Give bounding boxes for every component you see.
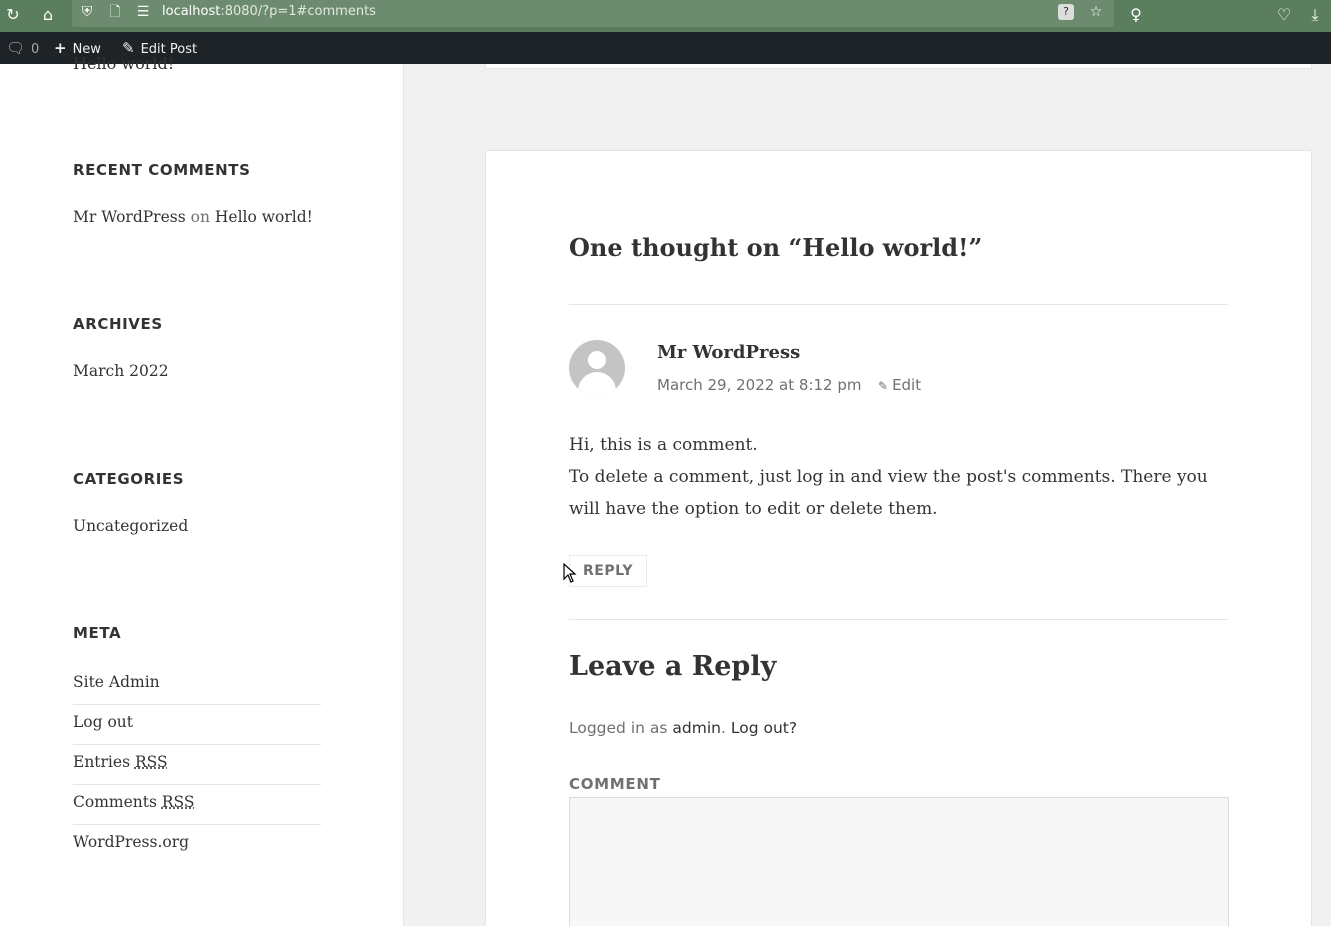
comments-count: 0 [31, 42, 40, 57]
meta-comments-rss-link[interactable]: Comments RSS [73, 785, 321, 825]
url-text[interactable]: localhost:8080/?p=1#comments [162, 4, 376, 19]
comments-area: One thought on “Hello world!” Mr WordPre… [485, 150, 1312, 926]
recent-comments-title: RECENT COMMENTS [73, 161, 251, 179]
admin-bar-comments[interactable]: 🗨 0 [6, 32, 39, 64]
comment-textarea[interactable] [569, 797, 1229, 926]
meta-title: META [73, 624, 122, 642]
comment-content: Hi, this is a comment. To delete a comme… [569, 429, 1229, 525]
plus-icon: + [54, 39, 67, 57]
star-icon[interactable]: ☆ [1086, 2, 1106, 22]
archive-link-march-2022[interactable]: March 2022 [73, 362, 169, 380]
comments-title: One thought on “Hello world!” [569, 233, 983, 262]
sidebar: Hello world! RECENT COMMENTS Mr WordPres… [0, 54, 404, 926]
comment-line-2: To delete a comment, just log in and vie… [569, 467, 1208, 519]
rss-abbr: RSS [161, 793, 195, 811]
reply-button[interactable]: REPLY [569, 555, 647, 587]
meta-list: Site Admin Log out Entries RSS Comments … [73, 665, 321, 865]
mouse-cursor-icon [563, 563, 577, 583]
rss-abbr: RSS [134, 753, 168, 771]
meta-log-out-link[interactable]: Log out [73, 705, 321, 745]
divider [569, 619, 1228, 620]
url-bar[interactable]: ⛨ 🗋 ☰ localhost:8080/?p=1#comments ? ☆ [72, 0, 1114, 27]
browser-toolbar: ↻ ⌂ ⛨ 🗋 ☰ localhost:8080/?p=1#comments ?… [0, 0, 1331, 32]
download-icon[interactable]: ⤓ [1304, 4, 1326, 26]
user-profile-link[interactable]: admin [672, 719, 721, 737]
shield-icon[interactable]: ⛨ [77, 2, 97, 22]
comment-bubble-icon: 🗨 [6, 39, 26, 57]
help-icon[interactable]: ? [1058, 4, 1074, 20]
entries-label: Entries [73, 753, 131, 771]
comment-label: COMMENT [569, 775, 661, 793]
recent-comment-item: Mr WordPress on Hello world! [73, 208, 313, 226]
comment-author: Mr WordPress [657, 342, 801, 363]
meta-site-admin-link[interactable]: Site Admin [73, 665, 321, 705]
archives-title: ARCHIVES [73, 315, 163, 333]
logged-in-prefix: Logged in as [569, 719, 668, 737]
avatar-body [578, 372, 616, 396]
reply-title: Leave a Reply [569, 651, 777, 682]
sidebar-recent-post-link[interactable]: Hello world! [73, 54, 174, 73]
wp-admin-bar: 🗨 0 + New ✎ Edit Post [0, 32, 1331, 64]
comments-label: Comments [73, 793, 157, 811]
page-icon[interactable]: 🗋 [105, 2, 125, 22]
categories-title: CATEGORIES [73, 470, 185, 488]
meta-entries-rss-link[interactable]: Entries RSS [73, 745, 321, 785]
logged-in-as: Logged in as admin. Log out? [569, 719, 798, 737]
divider [569, 304, 1228, 305]
avatar-head [588, 351, 606, 369]
post-card-bottom-edge [485, 64, 1312, 69]
meta-wordpress-org-link[interactable]: WordPress.org [73, 825, 321, 865]
pocket-icon[interactable]: ♡ [1273, 4, 1295, 26]
category-link-uncategorized[interactable]: Uncategorized [73, 517, 188, 535]
home-icon[interactable]: ⌂ [37, 4, 59, 26]
site-settings-icon[interactable]: ☰ [133, 2, 153, 22]
comment-edit-link[interactable]: ✎ Edit [878, 376, 921, 394]
pencil-icon: ✎ [878, 379, 889, 393]
avatar [569, 340, 625, 396]
recent-comment-post-link[interactable]: Hello world! [215, 208, 313, 226]
recent-comment-author-link[interactable]: Mr WordPress [73, 208, 186, 226]
reload-icon[interactable]: ↻ [2, 4, 24, 26]
extension-icon[interactable]: ♀ [1125, 4, 1147, 26]
recent-comment-on: on [190, 208, 210, 226]
comment-date-link[interactable]: March 29, 2022 at 8:12 pm [657, 376, 862, 394]
comment-line-1: Hi, this is a comment. [569, 435, 758, 455]
logout-link[interactable]: Log out? [731, 719, 797, 737]
edit-label: Edit [892, 376, 922, 394]
